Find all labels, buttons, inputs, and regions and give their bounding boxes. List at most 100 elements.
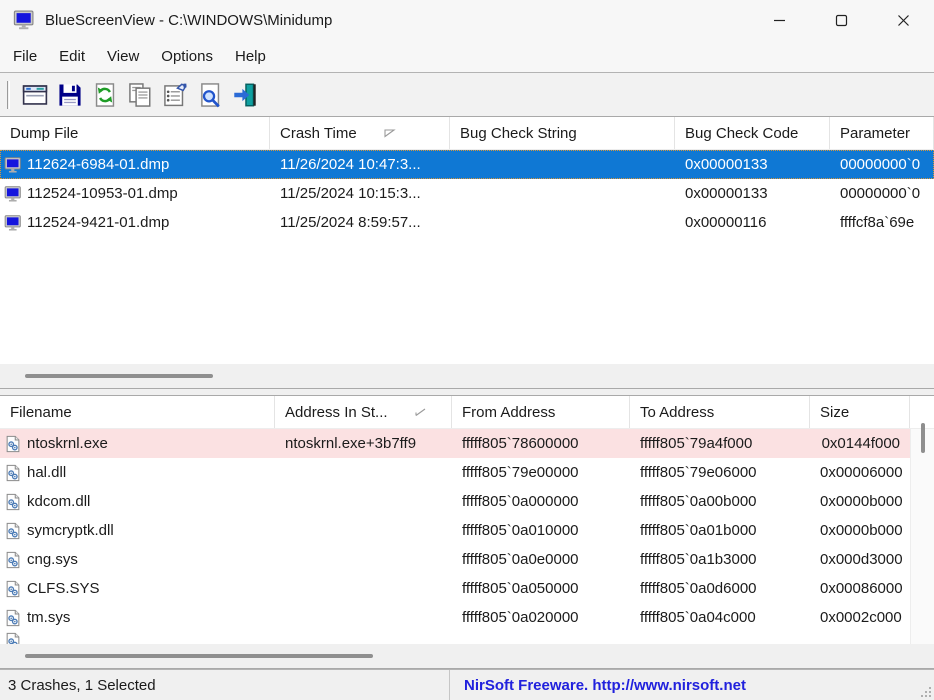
table-row[interactable]: kdcom.dll fffff805`0a000000 fffff805`0a00b…: [0, 487, 910, 516]
cell-parameter-1: 00000000`0: [830, 156, 934, 173]
cell-text: 0x0144f000: [821, 435, 900, 452]
cell-text: fffff805`0a010000: [462, 522, 579, 539]
driver-file-icon: [4, 580, 22, 598]
monitor-icon: [4, 214, 22, 232]
copy-icon: [127, 82, 153, 108]
cell-crash-time: 11/25/2024 8:59:57...: [270, 214, 450, 231]
menu-item-options[interactable]: Options: [150, 44, 224, 69]
cell-filename: symcryptk.dll: [0, 522, 275, 540]
sort-asc-icon: [414, 407, 427, 417]
column-header-dump-file[interactable]: Dump File: [0, 117, 270, 149]
table-row[interactable]: 112524-10953-01.dmp 11/25/2024 10:15:3...…: [0, 179, 934, 208]
minimize-button[interactable]: [748, 0, 810, 40]
column-header-parameter[interactable]: Parameter: [830, 117, 934, 149]
table-row[interactable]: symcryptk.dll fffff805`0a010000 fffff805`0…: [0, 516, 910, 545]
cell-to-address: fffff805`0a01b000: [630, 522, 810, 539]
column-header-label: Crash Time: [280, 124, 357, 142]
cell-text: 00000000`0: [840, 185, 921, 202]
column-header-address-in-st[interactable]: Address In St...: [275, 396, 452, 428]
cell-from-address: fffff805`0a020000: [452, 609, 630, 626]
table-row[interactable]: 112624-6984-01.dmp 11/26/2024 10:47:3... 0…: [0, 150, 934, 179]
resize-grip[interactable]: [920, 686, 932, 698]
maximize-button[interactable]: [810, 0, 872, 40]
cell-text: 112624-6984-01.dmp: [27, 156, 170, 173]
column-header-from-address[interactable]: From Address: [452, 396, 630, 428]
cell-text: 0x0000b000: [820, 522, 903, 539]
crash-list-hscrollbar[interactable]: [0, 364, 934, 388]
copy-selected-button[interactable]: [122, 78, 157, 112]
column-header-label: Size: [820, 403, 850, 421]
cell-address-in-stack: ntoskrnl.exe+3b7ff9: [275, 435, 452, 452]
close-icon: [897, 14, 909, 26]
menu-item-edit[interactable]: Edit: [48, 44, 96, 69]
driver-file-icon: [4, 435, 22, 453]
cell-from-address: fffff805`0a010000: [452, 522, 630, 539]
menu-item-file[interactable]: File: [2, 44, 48, 69]
module-list-hscrollbar[interactable]: [0, 644, 934, 668]
cell-dump-file: 112524-10953-01.dmp: [0, 185, 270, 203]
cell-filename: ntoskrnl.exe: [0, 435, 275, 453]
cell-text: fffff805`0a0d6000: [640, 580, 757, 597]
close-button[interactable]: [872, 0, 934, 40]
table-row[interactable]: ntoskrnl.exe ntoskrnl.exe+3b7ff9 fffff805`…: [0, 429, 910, 458]
maximize-icon: [835, 14, 847, 26]
menu-item-view[interactable]: View: [96, 44, 150, 69]
refresh-button[interactable]: [87, 78, 122, 112]
cell-from-address: fffff805`0a000000: [452, 493, 630, 510]
cell-text: 112524-10953-01.dmp: [27, 185, 178, 202]
column-header-crash-time[interactable]: Crash Time: [270, 117, 450, 149]
cell-from-address: fffff805`78600000: [452, 435, 630, 452]
nirsoft-link[interactable]: NirSoft Freeware. http://www.nirsoft.net: [450, 670, 746, 700]
cell-text: 0x00000133: [685, 156, 768, 173]
cell-text: 11/25/2024 10:15:3...: [280, 185, 421, 202]
cell-to-address: fffff805`0a00b000: [630, 493, 810, 510]
module-list-header: Filename Address In St... From Address To A…: [0, 396, 934, 429]
cell-size: 0x0000b000: [810, 493, 910, 510]
cell-size: 0x000d3000: [810, 551, 910, 568]
toolbar: [0, 73, 934, 116]
cell-size: 0x0000b000: [810, 522, 910, 539]
cell-text: 11/25/2024 8:59:57...: [280, 214, 421, 231]
column-header-bug-check-string[interactable]: Bug Check String: [450, 117, 675, 149]
cell-text: fffff805`0a050000: [462, 580, 579, 597]
cell-bug-check-code: 0x00000116: [675, 214, 830, 231]
status-crash-count: 3 Crashes, 1 Selected: [0, 670, 450, 700]
module-list-vscrollbar[interactable]: [910, 423, 934, 644]
cell-text: fffff805`79e06000: [640, 464, 757, 481]
table-row[interactable]: 112524-9421-01.dmp 11/25/2024 8:59:57... 0…: [0, 208, 934, 237]
column-header-filename[interactable]: Filename: [0, 396, 275, 428]
cell-dump-file: 112624-6984-01.dmp: [0, 156, 270, 174]
save-button[interactable]: [52, 78, 87, 112]
cell-filename: CLFS.SYS: [0, 580, 275, 598]
column-header-size[interactable]: Size: [810, 396, 910, 428]
menu-item-help[interactable]: Help: [224, 44, 277, 69]
cell-text: fffff805`0a01b000: [640, 522, 757, 539]
table-row[interactable]: tm.sys fffff805`0a020000 fffff805`0a04c000…: [0, 603, 910, 632]
cell-text: 00000000`0: [840, 156, 921, 173]
table-row[interactable]: cng.sys fffff805`0a0e0000 fffff805`0a1b300…: [0, 545, 910, 574]
hscrollbar-thumb[interactable]: [25, 374, 213, 378]
column-header-bug-check-code[interactable]: Bug Check Code: [675, 117, 830, 149]
table-row[interactable]: CLFS.SYS fffff805`0a050000 fffff805`0a0d60…: [0, 574, 910, 603]
exit-button[interactable]: [227, 78, 262, 112]
minimize-icon: [773, 19, 785, 21]
cell-text: 0x0000b000: [820, 493, 903, 510]
advanced-options-button[interactable]: [17, 78, 52, 112]
hscrollbar-thumb[interactable]: [25, 654, 373, 658]
bluescreenview-window: BlueScreenView - C:\WINDOWS\Minidump Fil…: [0, 0, 934, 700]
find-button[interactable]: [192, 78, 227, 112]
refresh-icon: [92, 82, 118, 108]
cell-text: ffffcf8a`69e: [840, 214, 915, 231]
cell-text: fffff805`0a0e0000: [462, 551, 579, 568]
vscrollbar-thumb[interactable]: [921, 423, 925, 453]
cell-text: fffff805`0a1b3000: [640, 551, 757, 568]
table-row[interactable]: hal.dll fffff805`79e00000 fffff805`79e0600…: [0, 458, 910, 487]
cell-to-address: fffff805`0a0d6000: [630, 580, 810, 597]
menu-bar: File Edit View Options Help: [0, 40, 934, 73]
cell-text: 11/26/2024 10:47:3...: [280, 156, 421, 173]
cell-from-address: fffff805`0a0e0000: [452, 551, 630, 568]
toolbar-gripper[interactable]: [7, 80, 10, 109]
column-header-to-address[interactable]: To Address: [630, 396, 810, 428]
cell-text: fffff805`78600000: [462, 435, 579, 452]
properties-button[interactable]: [157, 78, 192, 112]
